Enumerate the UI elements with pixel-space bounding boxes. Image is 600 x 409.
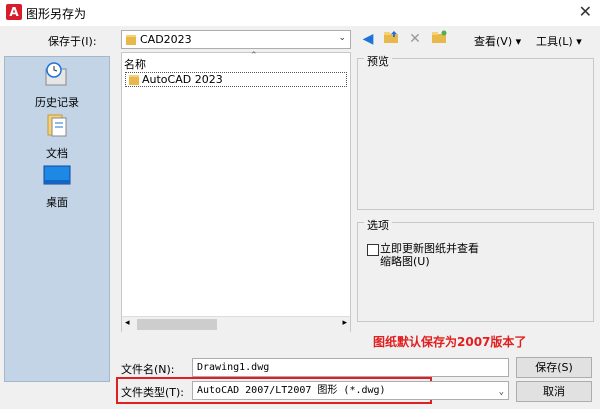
update-thumbnail-checkbox[interactable] (367, 244, 379, 256)
cancel-button[interactable]: 取消 (516, 381, 592, 402)
options-group: 选项 立即更新图纸并查看 缩略图(U) (357, 217, 594, 322)
delete-icon[interactable]: ✕ (406, 30, 424, 48)
preview-group: 预览 (357, 53, 594, 210)
filetype-label: 文件类型(T): (121, 386, 185, 399)
tools-menu-button[interactable]: 工具(L) ▾ (536, 33, 582, 49)
autocad-app-icon: A (6, 4, 22, 20)
sidebar-item-documents[interactable]: 文档 (5, 112, 109, 161)
new-folder-svg (432, 30, 447, 43)
chevron-down-icon: ⌄ (498, 387, 504, 397)
list-item[interactable]: AutoCAD 2023 (125, 72, 347, 87)
up-folder-icon[interactable] (382, 30, 400, 48)
filetype-value: AutoCAD 2007/LT2007 图形 (*.dwg) (197, 385, 386, 396)
view-menu-button[interactable]: 查看(V) ▾ (474, 33, 521, 49)
save-in-label: 保存于(I): (48, 35, 97, 48)
filename-label: 文件名(N): (121, 363, 175, 376)
sidebar-item-desktop[interactable]: 桌面 (5, 165, 109, 210)
folder-icon (129, 75, 139, 85)
scroll-left-icon[interactable]: ◂ (125, 318, 130, 328)
history-icon (45, 62, 67, 86)
column-header-name[interactable]: 名称 (124, 56, 146, 72)
close-icon[interactable]: ✕ (579, 2, 592, 21)
sidebar-item-history[interactable]: 历史记录 (5, 61, 109, 110)
new-folder-icon[interactable] (430, 30, 448, 48)
checkbox-label-line1: 立即更新图纸并查看 (380, 242, 479, 255)
desktop-icon (43, 165, 71, 185)
documents-icon (47, 114, 67, 137)
sidebar-item-desktop-label: 桌面 (46, 196, 68, 209)
checkbox-label-line2: 缩略图(U) (380, 255, 430, 268)
annotation-note: 图纸默认保存为2007版本了 (373, 335, 527, 349)
title-bar: A 图形另存为 ✕ (0, 0, 600, 26)
up-folder-svg (384, 31, 398, 43)
window-title: 图形另存为 (26, 7, 87, 21)
tools-menu-label: 工具(L) (536, 35, 573, 48)
filetype-select[interactable]: AutoCAD 2007/LT2007 图形 (*.dwg) ⌄ (192, 381, 509, 400)
horizontal-scrollbar[interactable]: ◂ ▸ (122, 316, 350, 332)
sidebar-item-history-label: 历史记录 (35, 96, 79, 109)
file-list[interactable]: 名称 ⌃ AutoCAD 2023 ◂ ▸ (121, 51, 351, 332)
preview-label: 预览 (364, 53, 392, 69)
chevron-down-icon: ⌄ (338, 33, 346, 43)
places-sidebar: 历史记录 文档 桌面 (4, 56, 110, 382)
folder-icon (126, 35, 136, 45)
save-in-combo[interactable]: CAD2023 ⌄ (121, 30, 351, 49)
scrollbar-thumb[interactable] (137, 319, 217, 330)
view-menu-label: 查看(V) (474, 35, 513, 48)
back-arrow-icon[interactable]: ◀ (359, 30, 377, 48)
list-item-name: AutoCAD 2023 (142, 73, 223, 86)
options-label: 选项 (364, 217, 392, 233)
save-button[interactable]: 保存(S) (516, 357, 592, 378)
update-thumbnail-label: 立即更新图纸并查看 缩略图(U) (380, 242, 479, 268)
sort-caret-icon: ⌃ (250, 51, 258, 61)
save-in-value: CAD2023 (140, 33, 192, 46)
sidebar-item-documents-label: 文档 (46, 147, 68, 160)
scroll-right-icon[interactable]: ▸ (342, 318, 347, 328)
filename-input[interactable]: Drawing1.dwg (192, 358, 509, 377)
